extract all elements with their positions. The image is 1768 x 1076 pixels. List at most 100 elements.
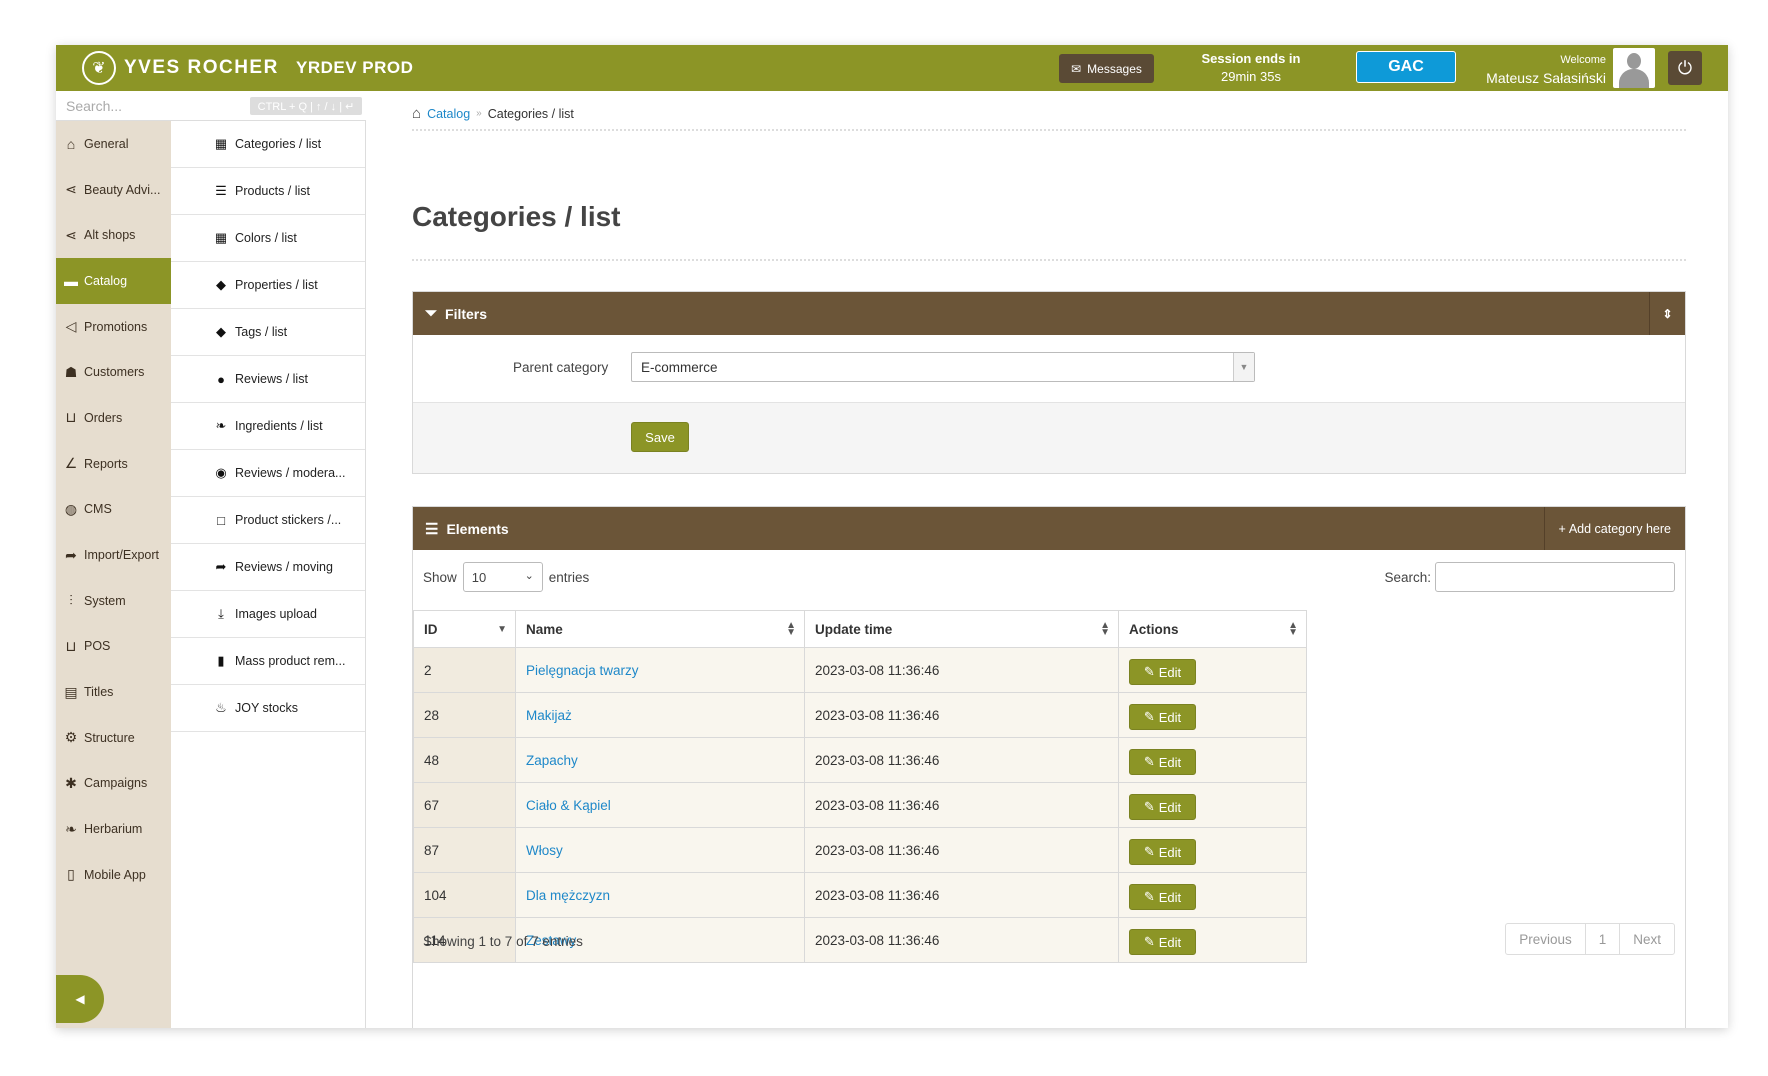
sidebar-item-label: Promotions [84, 319, 148, 334]
sidebar-item-import-export[interactable]: ➦ Import/Export [56, 532, 171, 578]
elements-body: Show 10 ⌄ entries Search: ID ▼ Name ▲ ▼ … [413, 550, 1685, 1028]
pagination-next[interactable]: Next [1620, 924, 1674, 954]
edit-button[interactable]: ✎ Edit [1129, 839, 1196, 865]
tags-icon: ◆ [216, 324, 226, 339]
sidebar-item-pos[interactable]: ⊔ POS [56, 624, 171, 670]
table-search: Search: [1384, 562, 1675, 592]
sidebar-item-alt-shops[interactable]: ⋖ Alt shops [56, 212, 171, 258]
category-link[interactable]: Dla mężczyzn [526, 888, 610, 903]
categories-table: ID ▼ Name ▲ ▼ Update time ▲ ▼ Actions ▲ ▼ 2 Pie… [413, 610, 1307, 963]
table-search-label: Search: [1384, 569, 1431, 585]
sidebar-item-cms[interactable]: ◍ CMS [56, 487, 171, 533]
sidebar-item-campaigns[interactable]: ✱ Campaigns [56, 761, 171, 807]
pagination-page[interactable]: 1 [1586, 924, 1621, 954]
column-header-name[interactable]: Name ▲ ▼ [515, 610, 805, 648]
submenu-item-tags[interactable]: ◆ Tags / list [171, 309, 365, 356]
divider [412, 259, 1686, 261]
submenu-item-categories[interactable]: ▦ Categories / list [171, 121, 365, 168]
submenu-item-reviews-moving[interactable]: ➦ Reviews / moving [171, 544, 365, 591]
edit-button[interactable]: ✎ Edit [1129, 659, 1196, 685]
chevron-down-icon: ▼ [1233, 353, 1254, 381]
table-row: 67 Ciało & Kąpiel 2023-03-08 11:36:46 ✎ E… [413, 782, 1307, 828]
avatar[interactable] [1613, 48, 1655, 88]
chevron-down-icon: ⌄ [524, 570, 534, 582]
submenu-item-reviews-moderation[interactable]: ◉ Reviews / modera... [171, 450, 365, 497]
submenu-item-colors[interactable]: ▦ Colors / list [171, 215, 365, 262]
parent-category-select[interactable]: E-commerce ▼ [631, 352, 1255, 382]
sidebar-item-customers[interactable]: ☗ Customers [56, 349, 171, 395]
sidebar-item-structure[interactable]: ⚙ Structure [56, 715, 171, 761]
breadcrumb: ⌂ Catalog » Categories / list [412, 105, 574, 122]
submenu-item-mass-product-removal[interactable]: ▮ Mass product rem... [171, 638, 365, 685]
sidebar-item-titles[interactable]: ▤ Titles [56, 669, 171, 715]
category-link[interactable]: Makijaż [526, 708, 572, 723]
square-icon: □ [217, 512, 225, 528]
sidebar-item-system[interactable]: ⫶ System [56, 578, 171, 624]
submenu-item-ingredients[interactable]: ❧ Ingredients / list [171, 403, 365, 450]
top-bar: ❦ YVES ROCHER YRDEV PROD ✉ Messages Sess… [56, 45, 1728, 91]
edit-label: Edit [1158, 934, 1182, 950]
sidebar-item-beauty-advisors[interactable]: ⋖ Beauty Advi... [56, 167, 171, 213]
session-time: 29min 35s [1221, 69, 1281, 84]
cell-actions: ✎ Edit [1118, 872, 1307, 918]
submenu-item-products[interactable]: ☰ Products / list [171, 168, 365, 215]
sidebar-item-herbarium[interactable]: ❧ Herbarium [56, 806, 171, 852]
submenu-item-product-stickers[interactable]: □ Product stickers /... [171, 497, 365, 544]
sidebar-item-orders[interactable]: ⊔ Orders [56, 395, 171, 441]
caret-left-icon: ◀ [75, 992, 85, 1006]
add-category-label: Add category here [1568, 521, 1671, 536]
sidebar-item-label: Alt shops [84, 228, 136, 243]
category-link[interactable]: Pielęgnacja twarzy [526, 663, 639, 678]
cell-update-time: 2023-03-08 11:36:46 [804, 872, 1119, 918]
table-search-input[interactable] [1435, 562, 1675, 592]
edit-button[interactable]: ✎ Edit [1129, 704, 1196, 730]
users-icon: ☗ [64, 363, 78, 380]
edit-button[interactable]: ✎ Edit [1129, 794, 1196, 820]
elements-header: ☰ Elements + Add category here [413, 507, 1685, 550]
sidebar-item-label: Mobile App [84, 867, 146, 882]
filters-header[interactable]: ⏷ Filters ⇕ [413, 292, 1685, 335]
edit-button[interactable]: ✎ Edit [1129, 884, 1196, 910]
sidebar-item-promotions[interactable]: ◁ Promotions [56, 304, 171, 350]
pagination-previous[interactable]: Previous [1506, 924, 1586, 954]
edit-label: Edit [1158, 844, 1182, 860]
home-icon[interactable]: ⌂ [412, 105, 421, 122]
sidebar-collapse-button[interactable]: ◀ [56, 975, 104, 1023]
submenu-item-properties[interactable]: ◆ Properties / list [171, 262, 365, 309]
page-length-control: Show 10 ⌄ entries [423, 562, 589, 592]
breadcrumb-link-catalog[interactable]: Catalog [427, 107, 470, 121]
filters-panel: ⏷ Filters ⇕ Parent category E-commerce ▼… [412, 291, 1686, 474]
submenu-item-reviews[interactable]: ● Reviews / list [171, 356, 365, 403]
edit-button[interactable]: ✎ Edit [1129, 749, 1196, 775]
category-link[interactable]: Włosy [526, 843, 563, 858]
brand-logo[interactable]: ❦ YVES ROCHER [82, 51, 279, 85]
share-arrow-icon: ➦ [215, 559, 227, 574]
edit-button[interactable]: ✎ Edit [1129, 929, 1196, 955]
column-label: ID [424, 621, 438, 637]
sidebar-item-general[interactable]: ⌂ General [56, 121, 171, 167]
category-link[interactable]: Ciało & Kąpiel [526, 798, 611, 813]
user-name: Mateusz Sałasiński [1486, 70, 1606, 86]
cell-id: 28 [413, 692, 516, 738]
eye-icon: ◉ [215, 465, 227, 480]
sidebar-item-mobile-app[interactable]: ▯ Mobile App [56, 852, 171, 898]
column-header-id[interactable]: ID ▼ [413, 610, 516, 648]
add-category-button[interactable]: + Add category here [1543, 507, 1685, 550]
submenu-item-images-upload[interactable]: ⤓ Images upload [171, 591, 365, 638]
column-header-actions[interactable]: Actions ▲ ▼ [1118, 610, 1307, 648]
submenu-item-label: Ingredients / list [235, 419, 323, 433]
sidebar-item-catalog[interactable]: ▬ Catalog [56, 258, 171, 304]
gac-button[interactable]: GAC [1356, 51, 1456, 83]
column-header-update-time[interactable]: Update time ▲ ▼ [804, 610, 1119, 648]
save-button[interactable]: Save [631, 422, 689, 452]
submenu-item-joy-stocks[interactable]: ♨ JOY stocks [171, 685, 365, 732]
panel-toggle-button[interactable]: ⇕ [1649, 292, 1685, 335]
menu-search-input[interactable] [66, 95, 246, 117]
page-length-select[interactable]: 10 ⌄ [462, 562, 543, 592]
logout-button[interactable]: ⏻ [1668, 51, 1702, 85]
messages-button[interactable]: ✉ Messages [1059, 54, 1154, 83]
pencil-icon: ✎ [1143, 844, 1155, 859]
sidebar-item-reports[interactable]: ∠ Reports [56, 441, 171, 487]
search-shortcut-hint: CTRL + Q | ↑ / ↓ | ↵ [250, 97, 362, 115]
category-link[interactable]: Zapachy [526, 753, 578, 768]
